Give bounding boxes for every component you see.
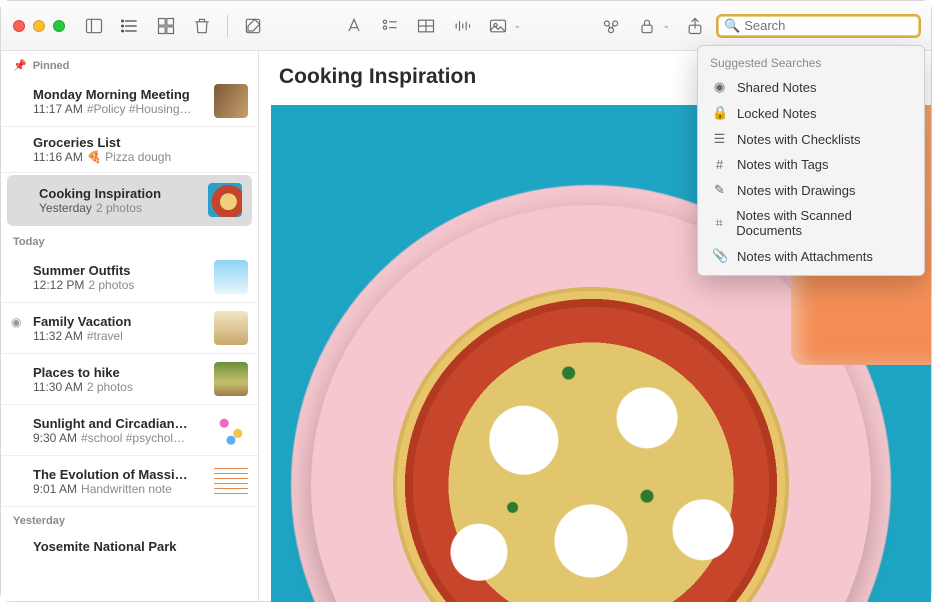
shared-badge-icon: ◉ bbox=[11, 315, 21, 329]
delete-note-icon[interactable] bbox=[191, 15, 213, 37]
shared-icon: ◉ bbox=[712, 79, 727, 95]
note-sub: 9:01 AMHandwritten note bbox=[33, 482, 206, 496]
suggested-shared[interactable]: ◉ Shared Notes bbox=[698, 74, 924, 100]
section-label: Yesterday bbox=[13, 515, 65, 527]
suggested-label: Notes with Checklists bbox=[737, 132, 861, 147]
suggested-searches-popover: Suggested Searches ◉ Shared Notes 🔒 Locked… bbox=[697, 45, 925, 276]
close-window-button[interactable] bbox=[13, 20, 25, 32]
share-controls: ⌄ bbox=[600, 15, 706, 37]
link-icon[interactable] bbox=[600, 15, 622, 37]
locked-icon: 🔒 bbox=[712, 105, 727, 121]
suggested-locked[interactable]: 🔒 Locked Notes bbox=[698, 100, 924, 126]
list-view-icon[interactable] bbox=[119, 15, 141, 37]
note-thumbnail bbox=[214, 413, 248, 447]
yesterday-header: Yesterday bbox=[1, 507, 258, 531]
search-field[interactable]: 🔍 bbox=[716, 14, 921, 38]
note-thumbnail bbox=[214, 84, 248, 118]
note-title: Cooking Inspiration bbox=[39, 186, 200, 201]
view-controls bbox=[83, 15, 213, 37]
suggested-attach[interactable]: 📎 Notes with Attachments bbox=[698, 243, 924, 269]
search-input[interactable] bbox=[744, 18, 920, 33]
note-row[interactable]: Sunlight and Circadian… 9:30 AM#school #… bbox=[1, 405, 258, 456]
media-chevron-icon[interactable]: ⌄ bbox=[513, 20, 521, 31]
note-row[interactable]: Yosemite National Park bbox=[1, 531, 258, 562]
toolbar: ⌄ ⌄ 🔍 Suggested Searches ◉Shared Notes 🔒… bbox=[1, 1, 931, 51]
note-thumbnail bbox=[214, 362, 248, 396]
note-row-selected[interactable]: Cooking Inspiration Yesterday2 photos bbox=[7, 175, 252, 226]
suggested-drawings[interactable]: ✎ Notes with Drawings bbox=[698, 177, 924, 203]
note-title: Sunlight and Circadian… bbox=[33, 416, 206, 431]
suggested-label: Notes with Attachments bbox=[737, 249, 873, 264]
suggested-tags[interactable]: # Notes with Tags bbox=[698, 152, 924, 177]
note-title: Groceries List bbox=[33, 135, 248, 150]
suggested-label: Shared Notes bbox=[737, 80, 817, 95]
media-icon[interactable] bbox=[487, 15, 509, 37]
checklist-icon[interactable] bbox=[379, 15, 401, 37]
note-thumbnail bbox=[214, 464, 248, 498]
note-thumbnail bbox=[214, 260, 248, 294]
note-row[interactable]: The Evolution of Massi… 9:01 AMHandwritt… bbox=[1, 456, 258, 507]
table-icon[interactable] bbox=[415, 15, 437, 37]
suggested-checklist[interactable]: ☰ Notes with Checklists bbox=[698, 126, 924, 152]
toolbar-separator bbox=[227, 15, 228, 37]
format-controls: ⌄ bbox=[343, 15, 521, 37]
gallery-view-icon[interactable] bbox=[155, 15, 177, 37]
pizza-emoji-icon: 🍕 bbox=[87, 150, 105, 164]
suggested-header: Suggested Searches bbox=[698, 52, 924, 74]
checklist-icon: ☰ bbox=[712, 131, 727, 147]
drawing-icon: ✎ bbox=[712, 182, 727, 198]
note-row[interactable]: ◉ Family Vacation 11:32 AM#travel bbox=[1, 303, 258, 354]
pin-icon: 📌 bbox=[13, 59, 27, 72]
scan-icon: ⌗ bbox=[712, 215, 726, 231]
note-sub: 11:30 AM2 photos bbox=[33, 380, 206, 394]
share-icon[interactable] bbox=[684, 15, 706, 37]
tag-icon: # bbox=[712, 157, 727, 172]
attachment-icon: 📎 bbox=[712, 248, 727, 264]
notes-list: 📌 Pinned Monday Morning Meeting 11:17 AM… bbox=[1, 51, 259, 601]
suggested-label: Notes with Drawings bbox=[737, 183, 856, 198]
note-thumbnail bbox=[214, 311, 248, 345]
edit-controls bbox=[242, 15, 264, 37]
text-format-icon[interactable] bbox=[343, 15, 365, 37]
note-title: The Evolution of Massi… bbox=[33, 467, 206, 482]
today-header: Today bbox=[1, 228, 258, 252]
note-title: Yosemite National Park bbox=[33, 539, 248, 554]
pinned-header: 📌 Pinned bbox=[1, 51, 258, 76]
suggested-label: Notes with Scanned Documents bbox=[736, 208, 912, 238]
note-sub: 12:12 PM2 photos bbox=[33, 278, 206, 292]
note-title: Family Vacation bbox=[33, 314, 206, 329]
lock-icon[interactable] bbox=[636, 15, 658, 37]
note-title: Places to hike bbox=[33, 365, 206, 380]
note-row[interactable]: Places to hike 11:30 AM2 photos bbox=[1, 354, 258, 405]
audio-icon[interactable] bbox=[451, 15, 473, 37]
suggested-label: Notes with Tags bbox=[737, 157, 829, 172]
section-label: Today bbox=[13, 236, 45, 248]
note-title: Summer Outfits bbox=[33, 263, 206, 278]
window-controls bbox=[13, 20, 65, 32]
note-sub: 11:32 AM#travel bbox=[33, 329, 206, 343]
note-sub: 9:30 AM#school #psychol… bbox=[33, 431, 206, 445]
note-sub: 11:16 AM🍕 Pizza dough bbox=[33, 150, 248, 164]
note-row[interactable]: Monday Morning Meeting 11:17 AM#Policy #… bbox=[1, 76, 258, 127]
note-row[interactable]: Groceries List 11:16 AM🍕 Pizza dough bbox=[1, 127, 258, 173]
note-row[interactable]: Summer Outfits 12:12 PM2 photos bbox=[1, 252, 258, 303]
new-note-icon[interactable] bbox=[242, 15, 264, 37]
note-thumbnail bbox=[208, 183, 242, 217]
zoom-window-button[interactable] bbox=[53, 20, 65, 32]
suggested-label: Locked Notes bbox=[737, 106, 817, 121]
suggested-scanned[interactable]: ⌗ Notes with Scanned Documents bbox=[698, 203, 924, 243]
minimize-window-button[interactable] bbox=[33, 20, 45, 32]
section-label: Pinned bbox=[33, 60, 70, 72]
lock-chevron-icon[interactable]: ⌄ bbox=[662, 20, 670, 31]
toggle-sidebar-icon[interactable] bbox=[83, 15, 105, 37]
note-sub: 11:17 AM#Policy #Housing… bbox=[33, 102, 206, 116]
search-icon: 🔍 bbox=[724, 18, 740, 34]
note-title: Monday Morning Meeting bbox=[33, 87, 206, 102]
note-sub: Yesterday2 photos bbox=[39, 201, 200, 215]
